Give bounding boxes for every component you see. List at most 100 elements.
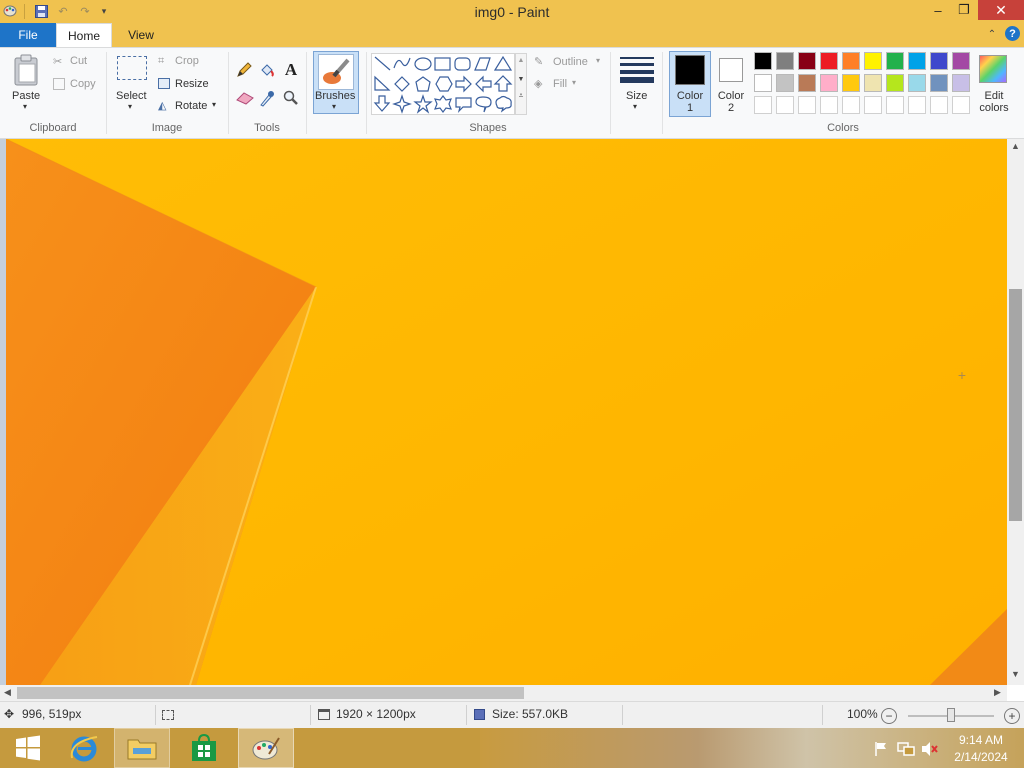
action-center-flag-icon[interactable] — [872, 740, 890, 758]
tab-view[interactable]: View — [118, 23, 164, 47]
color2-label[interactable]: Color — [712, 90, 750, 102]
palette-swatch[interactable] — [886, 96, 904, 114]
close-button[interactable]: ✕ — [978, 0, 1024, 20]
color2-swatch[interactable] — [719, 58, 743, 82]
fill-button[interactable]: Fill — [553, 78, 567, 90]
vertical-scrollbar[interactable]: ▲ ▼ — [1007, 139, 1024, 685]
palette-swatch[interactable] — [842, 96, 860, 114]
palette-swatch[interactable] — [930, 96, 948, 114]
scroll-left-icon[interactable]: ◀ — [4, 687, 11, 698]
palette-swatch[interactable] — [820, 96, 838, 114]
zoom-out-icon[interactable]: − — [881, 708, 897, 724]
palette-swatch[interactable] — [798, 52, 816, 70]
fill-bucket-icon[interactable] — [259, 62, 275, 78]
resize-button[interactable]: Resize — [175, 78, 209, 90]
palette-swatch[interactable] — [820, 74, 838, 92]
palette-swatch[interactable] — [952, 96, 970, 114]
edit-colors-icon[interactable] — [979, 55, 1007, 83]
palette-swatch[interactable] — [864, 52, 882, 70]
redo-icon[interactable]: ↷ — [77, 3, 93, 19]
palette-swatch[interactable] — [930, 74, 948, 92]
store-icon[interactable] — [176, 728, 232, 768]
palette-swatch[interactable] — [952, 52, 970, 70]
canvas-image[interactable] — [0, 139, 1007, 685]
horizontal-scrollbar[interactable]: ◀ ▶ — [0, 685, 1007, 701]
select-button[interactable]: Select — [116, 90, 147, 102]
brushes-dropdown-icon[interactable]: ▾ — [332, 102, 336, 111]
palette-swatch[interactable] — [754, 52, 772, 70]
magnifier-icon[interactable] — [283, 90, 299, 106]
zoom-slider-thumb[interactable] — [947, 708, 955, 722]
tab-file[interactable]: File — [0, 23, 56, 47]
shapes-scroll-down-icon[interactable]: ▼ — [516, 76, 526, 83]
palette-swatch[interactable] — [842, 52, 860, 70]
volume-muted-icon[interactable] — [920, 740, 940, 758]
minimize-button[interactable]: – — [924, 0, 952, 20]
outline-button[interactable]: Outline — [553, 56, 588, 68]
start-button[interactable] — [0, 728, 56, 768]
vertical-scroll-thumb[interactable] — [1009, 289, 1022, 521]
color-picker-icon[interactable] — [259, 89, 275, 107]
palette-swatch[interactable] — [820, 52, 838, 70]
palette-swatch[interactable] — [908, 74, 926, 92]
edit-colors-button[interactable]: Edit — [976, 90, 1012, 102]
palette-swatch[interactable] — [754, 96, 772, 114]
undo-icon[interactable]: ↶ — [55, 3, 71, 19]
palette-swatch[interactable] — [842, 74, 860, 92]
paste-icon[interactable] — [12, 53, 42, 87]
eraser-icon[interactable] — [236, 90, 254, 106]
rotate-button[interactable]: Rotate — [175, 100, 207, 112]
rotate-dropdown-icon[interactable]: ▾ — [212, 100, 216, 109]
palette-swatch[interactable] — [930, 52, 948, 70]
pencil-icon[interactable] — [236, 62, 252, 78]
zoom-in-icon[interactable]: + — [1004, 708, 1020, 724]
cut-button[interactable]: Cut — [70, 55, 87, 67]
shapes-scroll-up-icon[interactable]: ▲ — [516, 57, 526, 64]
fill-dropdown-icon[interactable]: ▾ — [572, 78, 576, 87]
help-icon[interactable]: ? — [1005, 26, 1020, 41]
network-icon[interactable] — [896, 740, 916, 758]
file-explorer-icon[interactable] — [114, 728, 170, 768]
clock-time[interactable]: 9:14 AM — [945, 733, 1017, 747]
palette-swatch[interactable] — [886, 52, 904, 70]
size-dropdown-icon[interactable]: ▾ — [633, 102, 637, 111]
restore-button[interactable]: ❐ — [950, 0, 978, 20]
size-button[interactable]: Size — [626, 90, 647, 102]
scroll-up-icon[interactable]: ▲ — [1007, 141, 1024, 151]
palette-swatch[interactable] — [886, 74, 904, 92]
palette-swatch[interactable] — [754, 74, 772, 92]
tab-home[interactable]: Home — [56, 23, 112, 48]
internet-explorer-icon[interactable] — [56, 728, 112, 768]
save-icon[interactable] — [33, 3, 49, 19]
select-icon[interactable] — [117, 56, 147, 80]
palette-swatch[interactable] — [798, 74, 816, 92]
palette-swatch[interactable] — [798, 96, 816, 114]
clock-date[interactable]: 2/14/2024 — [945, 750, 1017, 764]
outline-dropdown-icon[interactable]: ▾ — [596, 56, 600, 65]
shapes-scroll[interactable]: ▲ ▼ ⩡ — [515, 53, 527, 115]
palette-swatch[interactable] — [776, 74, 794, 92]
paste-dropdown-icon[interactable]: ▾ — [23, 102, 27, 111]
paint-app-icon[interactable] — [2, 3, 18, 19]
palette-swatch[interactable] — [908, 96, 926, 114]
scroll-right-icon[interactable]: ▶ — [994, 687, 1001, 698]
palette-swatch[interactable] — [776, 96, 794, 114]
palette-swatch[interactable] — [864, 74, 882, 92]
scroll-down-icon[interactable]: ▼ — [1007, 669, 1024, 679]
palette-swatch[interactable] — [864, 96, 882, 114]
paste-button[interactable]: Paste — [12, 90, 40, 102]
text-icon[interactable]: A — [283, 60, 299, 79]
palette-swatch[interactable] — [952, 74, 970, 92]
canvas-area[interactable] — [0, 139, 1007, 685]
horizontal-scroll-thumb[interactable] — [17, 687, 524, 699]
paint-taskbar-icon[interactable] — [238, 728, 294, 768]
shapes-expand-icon[interactable]: ⩡ — [516, 91, 526, 101]
select-dropdown-icon[interactable]: ▾ — [128, 102, 132, 111]
copy-button[interactable]: Copy — [70, 78, 96, 90]
crop-button[interactable]: Crop — [175, 55, 199, 67]
palette-swatch[interactable] — [776, 52, 794, 70]
palette-swatch[interactable] — [908, 52, 926, 70]
customize-quick-access-icon[interactable]: ▾ — [96, 3, 112, 19]
minimize-ribbon-icon[interactable]: ⌃ — [984, 26, 1000, 42]
size-icon[interactable] — [620, 55, 654, 83]
